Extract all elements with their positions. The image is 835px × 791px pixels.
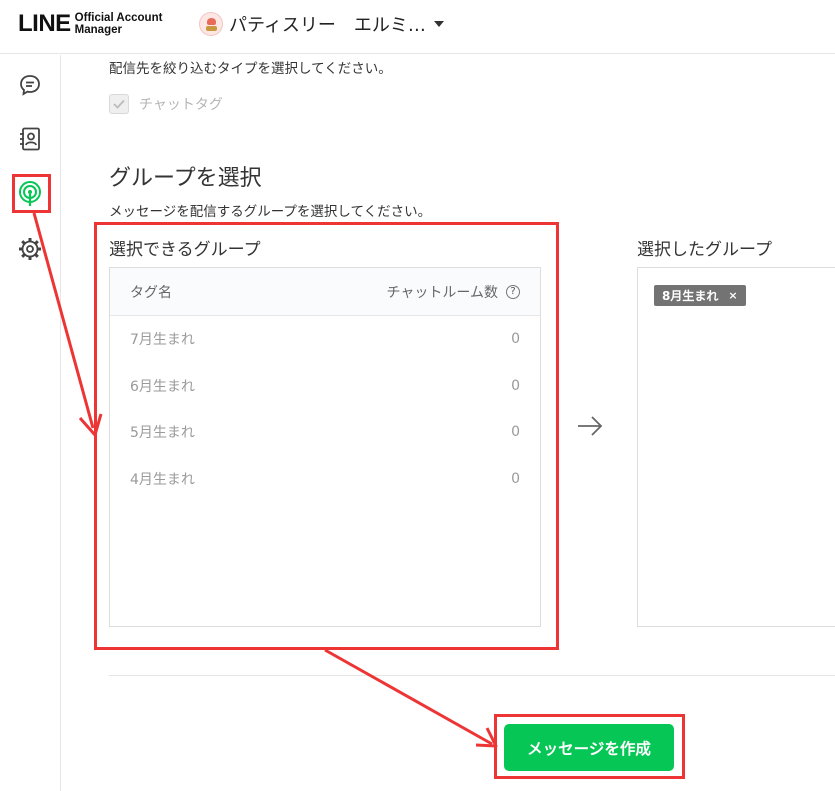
create-message-button[interactable]: メッセージを作成 [504, 724, 674, 771]
group-count: 0 [511, 377, 520, 394]
group-row[interactable]: 4月生まれ 0 [110, 456, 540, 503]
sidebar-item-contacts[interactable] [16, 125, 44, 153]
sidebar [0, 55, 61, 791]
caret-down-icon [433, 21, 444, 27]
sidebar-item-settings[interactable] [16, 235, 44, 263]
account-avatar [199, 12, 223, 36]
group-row[interactable]: 7月生まれ 0 [110, 316, 540, 363]
broadcast-icon [19, 181, 41, 206]
column-chatroom-count: チャットルーム数 ? [387, 282, 520, 302]
section-divider [109, 675, 835, 676]
group-select-title: グループを選択 [109, 166, 262, 191]
available-groups-panel: タグ名 チャットルーム数 ? 7月生まれ 0 6月生まれ 0 5月生まれ 0 4… [109, 267, 541, 627]
chat-icon [20, 75, 40, 96]
checkmark-icon [113, 99, 125, 109]
group-row[interactable]: 5月生まれ 0 [110, 409, 540, 456]
gear-icon [19, 238, 41, 260]
filter-intro: 配信先を絞り込むタイプを選択してください。 [109, 61, 392, 77]
selected-groups-panel: 8月生まれ × [637, 267, 835, 627]
group-name: 5月生まれ [130, 425, 195, 442]
available-groups-header: タグ名 チャットルーム数 ? [110, 268, 540, 316]
line-oam-logo[interactable]: LINE Official Account Manager [18, 10, 162, 38]
logo-subtitle: Official Account Manager [74, 12, 163, 36]
help-icon[interactable]: ? [506, 284, 520, 299]
remove-tag-icon[interactable]: × [728, 289, 737, 302]
chat-tag-label: チャットタグ [139, 97, 223, 113]
chat-tag-option[interactable]: チャットタグ [109, 94, 223, 114]
account-name: パティスリー エルミ… [229, 15, 426, 36]
group-name: 6月生まれ [130, 378, 195, 395]
group-count: 0 [511, 424, 520, 441]
group-count: 0 [511, 331, 520, 348]
group-row[interactable]: 6月生まれ 0 [110, 363, 540, 410]
group-count: 0 [511, 470, 520, 487]
selected-tag-label: 8月生まれ [662, 289, 719, 303]
available-groups-title: 選択できるグループ [109, 240, 261, 260]
main-content: 配信先を絞り込むタイプを選択してください。 チャットタグ グループを選択 メッセ… [62, 55, 835, 791]
chat-tag-checkbox[interactable] [109, 94, 129, 114]
sidebar-item-chat[interactable] [16, 71, 44, 99]
selected-tag: 8月生まれ × [654, 285, 746, 306]
group-name: 7月生まれ [130, 332, 195, 349]
group-select-description: メッセージを配信するグループを選択してください。 [109, 204, 432, 220]
top-header: LINE Official Account Manager パティスリー エルミ… [0, 0, 835, 54]
account-switcher[interactable]: パティスリー エルミ… [199, 11, 444, 37]
logo-line-text: LINE [18, 10, 71, 37]
sidebar-item-broadcast[interactable] [16, 180, 44, 208]
column-tag-name: タグ名 [130, 284, 172, 301]
contacts-icon [20, 127, 40, 151]
arrow-right-icon [578, 416, 603, 436]
selected-groups-title: 選択したグループ [637, 240, 772, 260]
group-name: 4月生まれ [130, 471, 195, 488]
